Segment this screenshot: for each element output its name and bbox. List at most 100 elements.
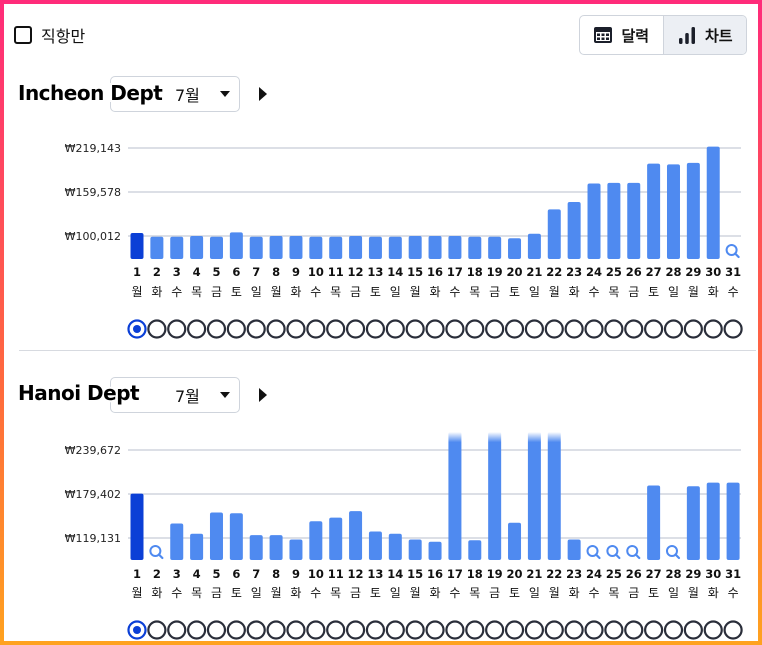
next-month-arrow-icon[interactable] bbox=[259, 388, 267, 402]
price-bar[interactable] bbox=[686, 486, 700, 560]
price-bar[interactable] bbox=[527, 432, 541, 560]
day-dot[interactable] bbox=[266, 319, 286, 339]
price-bar[interactable] bbox=[249, 236, 263, 259]
day-dot[interactable] bbox=[365, 620, 386, 640]
price-bar[interactable] bbox=[448, 236, 462, 259]
day-dot[interactable] bbox=[306, 319, 326, 339]
day-dot[interactable] bbox=[385, 319, 405, 339]
next-month-arrow-icon[interactable] bbox=[259, 87, 267, 101]
price-bar[interactable] bbox=[170, 523, 184, 560]
price-bar[interactable] bbox=[547, 209, 561, 259]
day-dot[interactable] bbox=[723, 319, 743, 339]
day-dot[interactable] bbox=[703, 319, 723, 339]
day-dot[interactable] bbox=[226, 620, 246, 640]
day-dot[interactable] bbox=[167, 319, 187, 339]
price-bar[interactable] bbox=[468, 236, 482, 259]
price-bar[interactable] bbox=[249, 535, 263, 560]
day-dot[interactable] bbox=[644, 620, 664, 640]
price-bar[interactable] bbox=[329, 517, 343, 560]
day-dot[interactable] bbox=[584, 620, 604, 640]
price-bar[interactable] bbox=[170, 236, 184, 259]
day-dot[interactable] bbox=[425, 319, 445, 339]
day-dot[interactable] bbox=[425, 620, 445, 640]
day-dot[interactable] bbox=[465, 620, 485, 640]
day-dot[interactable] bbox=[326, 319, 346, 339]
day-dot[interactable] bbox=[663, 620, 684, 640]
day-dot[interactable] bbox=[286, 620, 306, 640]
price-bar[interactable] bbox=[190, 236, 204, 259]
price-bar[interactable] bbox=[567, 539, 581, 560]
search-icon[interactable] bbox=[725, 244, 740, 259]
price-bar[interactable] bbox=[726, 482, 740, 560]
price-bar[interactable] bbox=[448, 432, 462, 560]
day-dot[interactable] bbox=[147, 319, 167, 339]
price-bar[interactable] bbox=[269, 535, 283, 560]
price-bar[interactable] bbox=[388, 236, 402, 259]
day-dot[interactable] bbox=[206, 620, 227, 640]
day-dot[interactable] bbox=[147, 620, 167, 640]
day-dot[interactable] bbox=[723, 620, 743, 640]
calendar-view-button[interactable]: 달력 bbox=[580, 16, 663, 54]
price-bar[interactable] bbox=[329, 236, 343, 259]
day-dot[interactable] bbox=[624, 620, 644, 640]
day-dot[interactable] bbox=[504, 620, 525, 640]
price-bar[interactable] bbox=[706, 482, 720, 560]
day-dot[interactable] bbox=[544, 319, 564, 339]
day-dot[interactable] bbox=[365, 319, 386, 339]
price-bar[interactable] bbox=[607, 182, 621, 259]
price-bar[interactable] bbox=[567, 202, 581, 259]
price-bar[interactable] bbox=[209, 512, 223, 560]
price-bar[interactable] bbox=[368, 236, 382, 259]
price-bar[interactable] bbox=[686, 162, 700, 259]
price-bar[interactable] bbox=[309, 521, 323, 560]
price-bar[interactable] bbox=[289, 236, 303, 259]
price-bar[interactable] bbox=[647, 485, 661, 560]
search-icon[interactable] bbox=[626, 545, 641, 560]
price-bar[interactable] bbox=[666, 164, 680, 259]
price-bar[interactable] bbox=[368, 531, 382, 560]
day-dot[interactable] bbox=[246, 620, 266, 640]
day-dot[interactable] bbox=[326, 620, 346, 640]
price-bar[interactable] bbox=[349, 236, 363, 259]
price-bar[interactable] bbox=[289, 539, 303, 560]
day-dot[interactable] bbox=[524, 319, 545, 339]
day-dot[interactable] bbox=[465, 319, 485, 339]
chart-view-button[interactable]: 차트 bbox=[662, 16, 746, 54]
search-icon[interactable] bbox=[149, 545, 164, 560]
price-bar[interactable] bbox=[587, 183, 601, 259]
price-bar[interactable] bbox=[209, 236, 223, 259]
day-dot[interactable] bbox=[206, 319, 227, 339]
price-bar[interactable] bbox=[229, 513, 243, 560]
day-dot[interactable] bbox=[385, 620, 405, 640]
day-dot[interactable] bbox=[564, 319, 584, 339]
day-dot[interactable] bbox=[445, 620, 465, 640]
day-dot[interactable] bbox=[167, 620, 187, 640]
day-dot[interactable] bbox=[187, 319, 207, 339]
price-bar[interactable] bbox=[647, 163, 661, 259]
day-dot[interactable] bbox=[544, 620, 564, 640]
price-bar[interactable] bbox=[706, 146, 720, 259]
price-bar[interactable] bbox=[428, 541, 442, 560]
day-dot[interactable] bbox=[604, 319, 624, 339]
day-dot[interactable] bbox=[345, 620, 366, 640]
search-icon[interactable] bbox=[606, 545, 621, 560]
day-dot[interactable] bbox=[624, 319, 644, 339]
price-bar[interactable] bbox=[508, 238, 522, 259]
day-dot[interactable] bbox=[703, 620, 723, 640]
price-bar[interactable] bbox=[130, 493, 144, 560]
day-dot[interactable] bbox=[345, 319, 366, 339]
price-bar[interactable] bbox=[150, 236, 164, 259]
day-dot[interactable] bbox=[187, 620, 207, 640]
day-dot[interactable] bbox=[485, 319, 505, 339]
price-bar[interactable] bbox=[349, 511, 363, 560]
price-bar[interactable] bbox=[408, 539, 422, 560]
day-dot[interactable] bbox=[246, 319, 266, 339]
day-dot[interactable] bbox=[564, 620, 584, 640]
day-dot[interactable] bbox=[286, 319, 306, 339]
day-dot[interactable] bbox=[405, 620, 425, 640]
day-dot[interactable] bbox=[683, 620, 703, 640]
price-bar[interactable] bbox=[468, 540, 482, 560]
price-bar[interactable] bbox=[547, 432, 561, 560]
day-dot[interactable] bbox=[226, 319, 246, 339]
day-dot[interactable] bbox=[504, 319, 525, 339]
